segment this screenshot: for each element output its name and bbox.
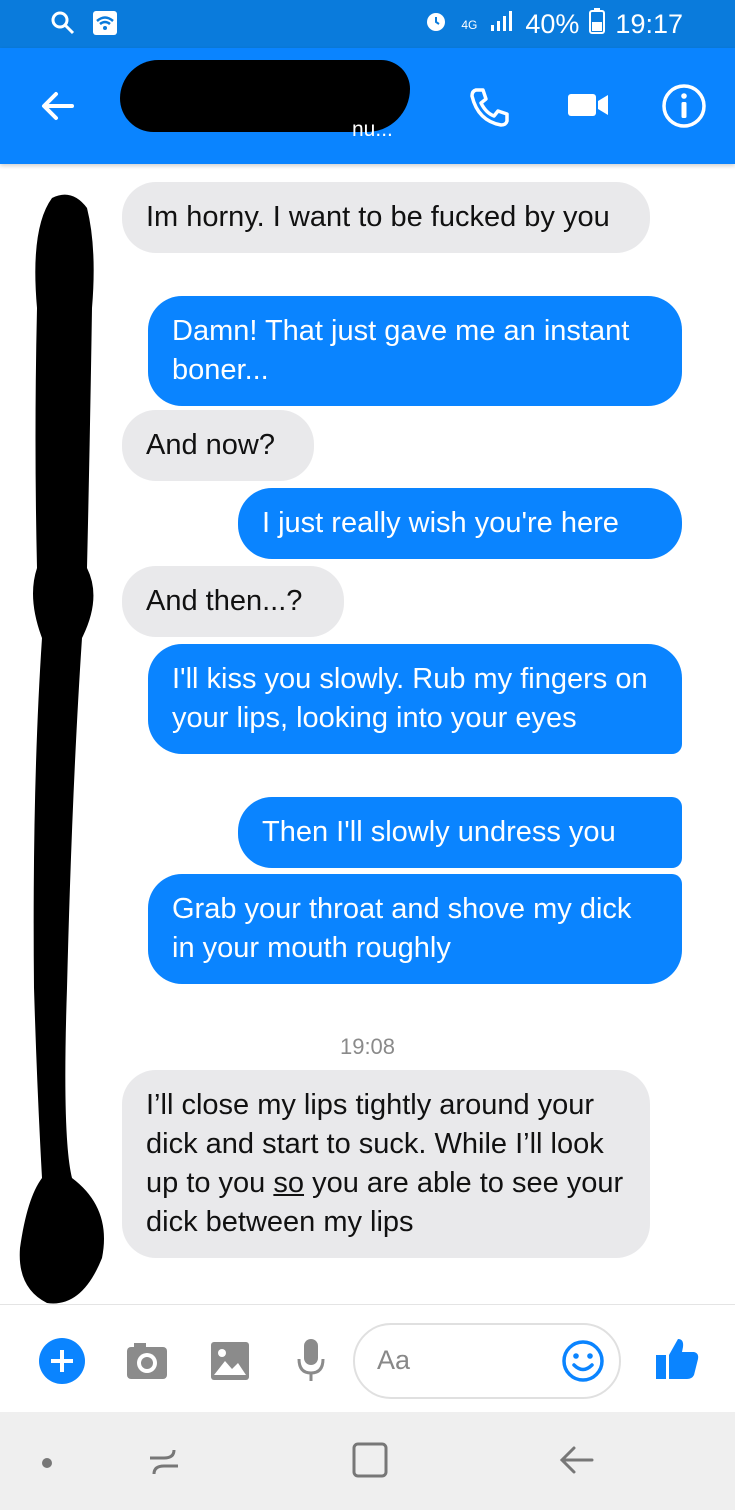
battery-icon bbox=[589, 8, 606, 41]
info-icon[interactable] bbox=[660, 82, 708, 135]
call-icon[interactable] bbox=[466, 84, 512, 135]
message-incoming: And now? bbox=[122, 410, 314, 481]
battery-percent: 40% bbox=[525, 9, 580, 39]
status-time: 19:17 bbox=[615, 9, 683, 39]
message-incoming: Im horny. I want to be fucked by you bbox=[122, 182, 650, 253]
thumbs-up-icon[interactable] bbox=[654, 1335, 700, 1386]
camera-icon[interactable] bbox=[126, 1341, 168, 1386]
wifi-icon bbox=[92, 10, 118, 41]
redacted-avatar-scribble bbox=[19, 194, 104, 1304]
microphone-icon[interactable] bbox=[296, 1337, 326, 1388]
message-text-underlined: so bbox=[273, 1167, 305, 1199]
message-outgoing: I'll kiss you slowly. Rub my fingers on … bbox=[148, 644, 682, 754]
home-icon[interactable] bbox=[350, 1440, 390, 1485]
gallery-icon[interactable] bbox=[210, 1341, 250, 1386]
search-icon bbox=[50, 10, 76, 41]
emoji-icon[interactable] bbox=[561, 1339, 605, 1388]
message-incoming: And then...? bbox=[122, 566, 344, 637]
message-timestamp: 19:08 bbox=[339, 1034, 396, 1059]
video-icon[interactable] bbox=[568, 88, 610, 127]
dot-icon[interactable] bbox=[41, 1456, 53, 1474]
message-incoming: I’ll close my lips tightly around your d… bbox=[122, 1070, 650, 1258]
message-input[interactable]: Aa bbox=[353, 1323, 621, 1399]
back-arrow-icon[interactable] bbox=[36, 84, 80, 128]
message-outgoing: Then I'll slowly undress you bbox=[238, 797, 682, 868]
plus-icon[interactable] bbox=[38, 1337, 86, 1390]
recents-icon[interactable] bbox=[144, 1442, 184, 1487]
contact-status: nu... bbox=[352, 118, 393, 141]
message-composer: Aa bbox=[0, 1304, 735, 1413]
back-icon[interactable] bbox=[556, 1440, 596, 1485]
message-outgoing: Grab your throat and shove my dick in yo… bbox=[148, 874, 682, 984]
network-type: 4G bbox=[461, 17, 478, 32]
status-bar: 4G 40% 19:17 bbox=[0, 0, 735, 48]
conversation-header: nu... bbox=[0, 48, 735, 164]
message-outgoing: Damn! That just gave me an instant boner… bbox=[148, 296, 682, 406]
alarm-icon bbox=[423, 8, 449, 41]
message-input-placeholder: Aa bbox=[377, 1345, 411, 1375]
system-nav-bar bbox=[0, 1412, 735, 1510]
signal-icon bbox=[489, 9, 515, 40]
message-outgoing: I just really wish you're here bbox=[238, 488, 682, 559]
